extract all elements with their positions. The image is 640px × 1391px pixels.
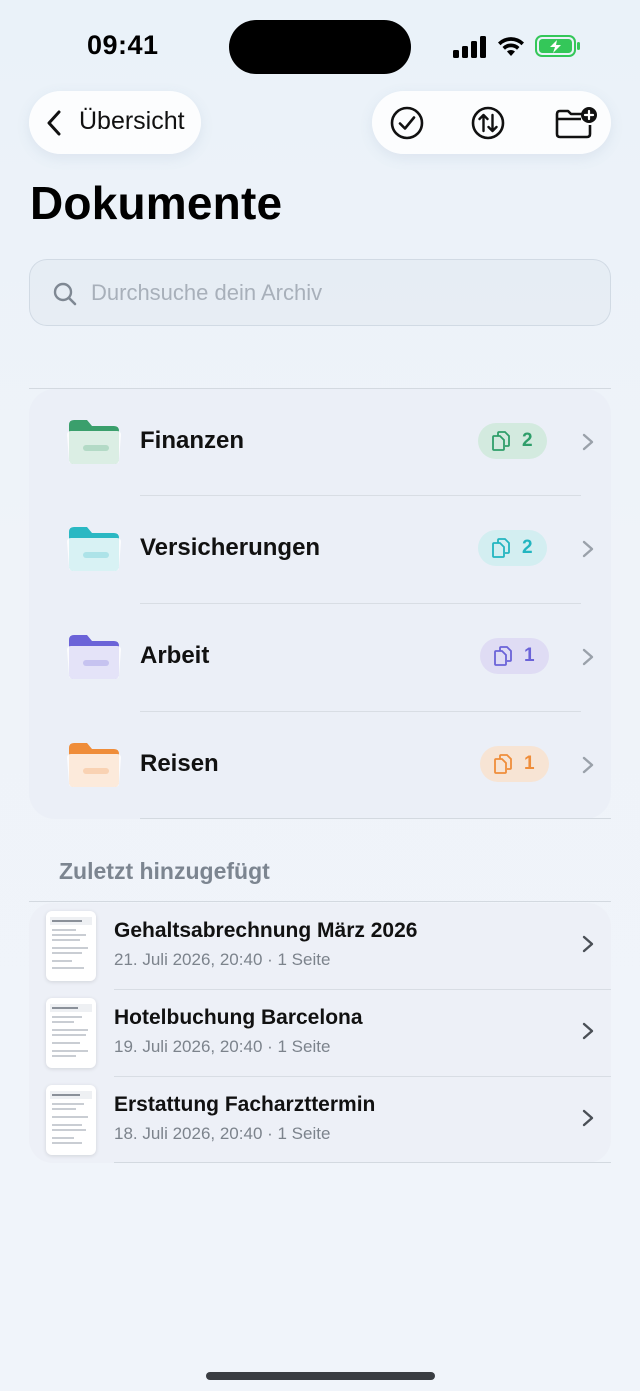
- search-placeholder: Durchsuche dein Archiv: [91, 280, 323, 305]
- chevron-right-icon: [582, 433, 594, 451]
- chevron-right-icon: [582, 756, 594, 774]
- document-count: 2: [522, 430, 533, 451]
- document-thumbnail: [46, 998, 96, 1068]
- document-count-badge: 1: [480, 638, 549, 674]
- folder-icon: [67, 635, 121, 679]
- back-button-label: Übersicht: [79, 107, 185, 135]
- chevron-right-icon: [582, 1022, 594, 1040]
- status-bar: 09:41: [0, 0, 640, 90]
- new-folder-icon[interactable]: [554, 105, 598, 141]
- document-count-badge: 1: [480, 746, 549, 782]
- chevron-right-icon: [582, 1109, 594, 1127]
- status-time: 09:41: [87, 30, 159, 60]
- select-icon[interactable]: [389, 105, 425, 141]
- document-thumbnail: [46, 911, 96, 981]
- search-input[interactable]: Durchsuche dein Archiv: [29, 259, 611, 326]
- folder-label: Reisen: [140, 750, 219, 777]
- chevron-right-icon: [582, 648, 594, 666]
- document-row[interactable]: Erstattung Facharzttermin 18. Juli 2026,…: [29, 1077, 611, 1163]
- folder-label: Arbeit: [140, 642, 210, 669]
- folder-list: Finanzen 2 Versicherungen 2 Arbeit 1 Rei…: [29, 389, 611, 819]
- document-thumbnail: [46, 1085, 96, 1155]
- back-button[interactable]: Übersicht: [29, 91, 201, 154]
- wifi-icon: [498, 37, 524, 56]
- document-meta: 21. Juli 2026, 20:40 · 1 Seite: [114, 950, 331, 969]
- cellular-signal-icon: [453, 36, 486, 58]
- documents-icon: [494, 646, 512, 666]
- folder-icon: [67, 420, 121, 464]
- document-row[interactable]: Hotelbuchung Barcelona 19. Juli 2026, 20…: [29, 990, 611, 1076]
- document-title: Gehaltsabrechnung März 2026: [114, 919, 418, 942]
- folder-icon: [67, 527, 121, 571]
- document-count: 1: [524, 753, 535, 774]
- chevron-left-icon: [47, 110, 61, 136]
- dynamic-island: [229, 20, 411, 74]
- document-title: Erstattung Facharzttermin: [114, 1093, 376, 1116]
- document-count: 1: [524, 645, 535, 666]
- toolbar-actions: [372, 91, 611, 154]
- divider: [114, 1162, 611, 1163]
- divider: [140, 818, 611, 819]
- document-row[interactable]: Gehaltsabrechnung März 2026 21. Juli 202…: [29, 903, 611, 989]
- document-title: Hotelbuchung Barcelona: [114, 1006, 363, 1029]
- folder-row-versicherungen[interactable]: Versicherungen 2: [29, 496, 611, 603]
- folder-label: Versicherungen: [140, 534, 321, 561]
- sort-icon[interactable]: [470, 105, 506, 141]
- folder-row-finanzen[interactable]: Finanzen 2: [29, 389, 611, 496]
- documents-icon: [494, 754, 512, 774]
- battery-charging-icon: [535, 35, 580, 57]
- chevron-right-icon: [582, 935, 594, 953]
- home-indicator[interactable]: [206, 1372, 435, 1380]
- folder-row-reisen[interactable]: Reisen 1: [29, 712, 611, 819]
- documents-icon: [492, 431, 510, 451]
- document-meta: 19. Juli 2026, 20:40 · 1 Seite: [114, 1037, 331, 1056]
- folder-row-arbeit[interactable]: Arbeit 1: [29, 604, 611, 711]
- search-icon: [53, 282, 77, 306]
- section-title-recent: Zuletzt hinzugefügt: [59, 858, 270, 884]
- chevron-right-icon: [582, 540, 594, 558]
- divider: [29, 901, 611, 902]
- recent-documents-list: Gehaltsabrechnung März 2026 21. Juli 202…: [29, 903, 611, 1163]
- folder-icon: [67, 743, 121, 787]
- folder-label: Finanzen: [140, 427, 245, 454]
- document-count-badge: 2: [478, 530, 547, 566]
- page-title: Dokumente: [30, 177, 283, 229]
- document-meta: 18. Juli 2026, 20:40 · 1 Seite: [114, 1124, 331, 1143]
- document-count-badge: 2: [478, 423, 547, 459]
- documents-icon: [492, 538, 510, 558]
- document-count: 2: [522, 537, 533, 558]
